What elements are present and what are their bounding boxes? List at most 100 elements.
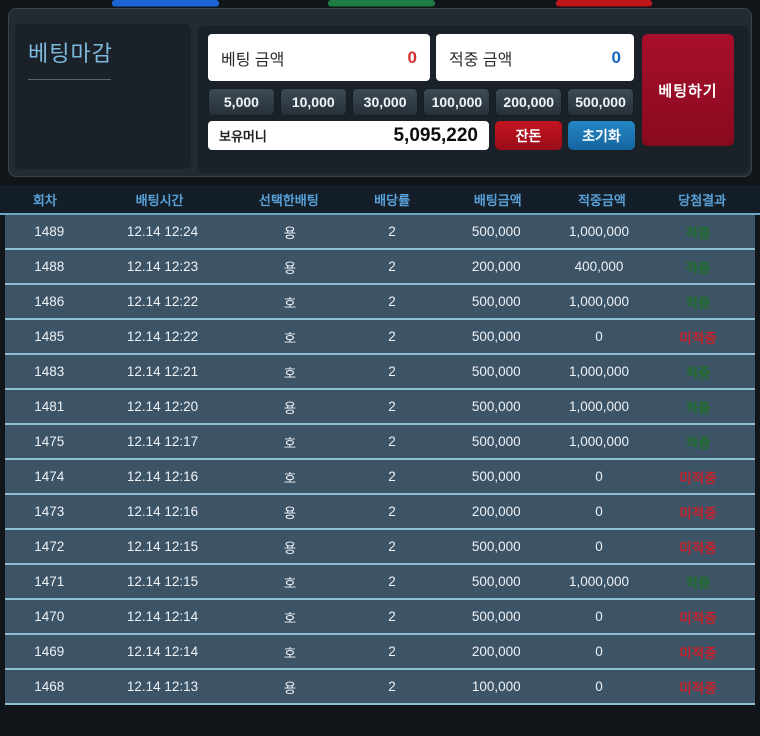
cell-round: 1469: [5, 644, 94, 659]
cell-time: 12.14 12:13: [94, 679, 232, 694]
cell-pick: 용: [232, 397, 349, 417]
cell-pick: 용: [232, 537, 349, 557]
table-row: 1486 12.14 12:22 호 2 500,000 1,000,000 적…: [5, 285, 755, 320]
change-button[interactable]: 잔돈: [495, 121, 562, 150]
cell-bet: 500,000: [436, 539, 558, 554]
table-row: 1485 12.14 12:22 호 2 500,000 0 미적중: [5, 320, 755, 355]
cell-round: 1475: [5, 434, 94, 449]
chip-10000-button[interactable]: 10,000: [280, 88, 347, 116]
chip-5000-button[interactable]: 5,000: [208, 88, 275, 116]
cell-bet: 100,000: [436, 679, 558, 694]
cell-time: 12.14 12:22: [94, 329, 232, 344]
chip-500000-button[interactable]: 500,000: [567, 88, 634, 116]
cell-time: 12.14 12:15: [94, 574, 232, 589]
cell-odds: 2: [349, 364, 436, 379]
cell-odds: 2: [349, 539, 436, 554]
status-divider: [28, 79, 111, 80]
betting-panel: 베팅마감 베팅 금액 0 적중 금액 0 5,000 10,000 30,000…: [8, 8, 752, 177]
top-tab-blue[interactable]: [112, 0, 219, 7]
cell-win: 0: [557, 504, 641, 519]
cell-result: 미적중: [641, 607, 755, 627]
cell-round: 1489: [5, 224, 94, 239]
cell-pick: 호: [232, 642, 349, 662]
chip-100000-button[interactable]: 100,000: [423, 88, 490, 116]
cell-round: 1481: [5, 399, 94, 414]
cell-bet: 500,000: [436, 224, 558, 239]
balance-label: 보유머니: [219, 126, 267, 145]
betting-page: 베팅마감 베팅 금액 0 적중 금액 0 5,000 10,000 30,000…: [0, 0, 760, 736]
cell-time: 12.14 12:16: [94, 504, 232, 519]
cell-odds: 2: [349, 329, 436, 344]
cell-round: 1488: [5, 259, 94, 274]
cell-pick: 용: [232, 502, 349, 522]
cell-bet: 500,000: [436, 399, 558, 414]
win-amount-value: 0: [612, 48, 621, 68]
bet-amount-label: 베팅 금액: [221, 46, 284, 70]
table-header-row: 회차 배팅시간 선택한배팅 배당률 배팅금액 적중금액 당첨결과: [0, 185, 760, 215]
reset-button[interactable]: 초기화: [568, 121, 635, 150]
cell-result: 미적중: [641, 327, 755, 347]
cell-result: 미적중: [641, 467, 755, 487]
cell-win: 0: [557, 644, 641, 659]
cell-win: 1,000,000: [557, 294, 641, 309]
win-amount-input[interactable]: 적중 금액 0: [436, 34, 634, 81]
cell-bet: 200,000: [436, 644, 558, 659]
cell-time: 12.14 12:14: [94, 644, 232, 659]
cell-time: 12.14 12:23: [94, 259, 232, 274]
cell-pick: 호: [232, 572, 349, 592]
cell-bet: 500,000: [436, 294, 558, 309]
cell-bet: 500,000: [436, 574, 558, 589]
cell-pick: 호: [232, 607, 349, 627]
balance-value: 5,095,220: [393, 125, 478, 147]
betting-status-panel: 베팅마감: [15, 24, 191, 169]
cell-bet: 500,000: [436, 329, 558, 344]
cell-bet: 500,000: [436, 469, 558, 484]
table-row: 1483 12.14 12:21 호 2 500,000 1,000,000 적…: [5, 355, 755, 390]
win-amount-label: 적중 금액: [449, 46, 512, 70]
top-tab-green[interactable]: [328, 0, 435, 7]
table-row: 1474 12.14 12:16 호 2 500,000 0 미적중: [5, 460, 755, 495]
table-row: 1475 12.14 12:17 호 2 500,000 1,000,000 적…: [5, 425, 755, 460]
cell-odds: 2: [349, 644, 436, 659]
header-odds: 배당률: [348, 190, 436, 209]
chip-buttons: 5,000 10,000 30,000 100,000 200,000 500,…: [208, 88, 634, 116]
cell-result: 미적중: [641, 537, 755, 557]
cell-win: 0: [557, 609, 641, 624]
header-result: 당첨결과: [644, 190, 760, 209]
table-row: 1488 12.14 12:23 용 2 200,000 400,000 적중: [5, 250, 755, 285]
cell-pick: 용: [232, 677, 349, 697]
cell-result: 미적중: [641, 502, 755, 522]
cell-result: 미적중: [641, 677, 755, 697]
cell-round: 1468: [5, 679, 94, 694]
cell-win: 1,000,000: [557, 434, 641, 449]
cell-result: 적중: [641, 432, 755, 452]
chip-200000-button[interactable]: 200,000: [495, 88, 562, 116]
table-row: 1468 12.14 12:13 용 2 100,000 0 미적중: [5, 670, 755, 705]
cell-pick: 호: [232, 327, 349, 347]
header-round: 회차: [0, 190, 90, 209]
cell-result: 적중: [641, 362, 755, 382]
header-time: 배팅시간: [90, 190, 230, 209]
bet-amount-value: 0: [408, 48, 417, 68]
chip-30000-button[interactable]: 30,000: [352, 88, 419, 116]
bet-amount-input[interactable]: 베팅 금액 0: [208, 34, 430, 81]
cell-pick: 용: [232, 222, 349, 242]
cell-result: 적중: [641, 572, 755, 592]
cell-odds: 2: [349, 679, 436, 694]
cell-win: 0: [557, 329, 641, 344]
cell-time: 12.14 12:20: [94, 399, 232, 414]
table-row: 1473 12.14 12:16 용 2 200,000 0 미적중: [5, 495, 755, 530]
table-row: 1472 12.14 12:15 용 2 500,000 0 미적중: [5, 530, 755, 565]
cell-time: 12.14 12:17: [94, 434, 232, 449]
top-tab-red[interactable]: [556, 0, 652, 7]
table-row: 1469 12.14 12:14 호 2 200,000 0 미적중: [5, 635, 755, 670]
table-body: 1489 12.14 12:24 용 2 500,000 1,000,000 적…: [0, 215, 760, 705]
cell-odds: 2: [349, 294, 436, 309]
cell-win: 400,000: [557, 259, 641, 274]
place-bet-button[interactable]: 베팅하기: [642, 34, 734, 146]
cell-result: 적중: [641, 292, 755, 312]
cell-result: 적중: [641, 257, 755, 277]
cell-odds: 2: [349, 399, 436, 414]
cell-win: 1,000,000: [557, 574, 641, 589]
cell-bet: 500,000: [436, 434, 558, 449]
